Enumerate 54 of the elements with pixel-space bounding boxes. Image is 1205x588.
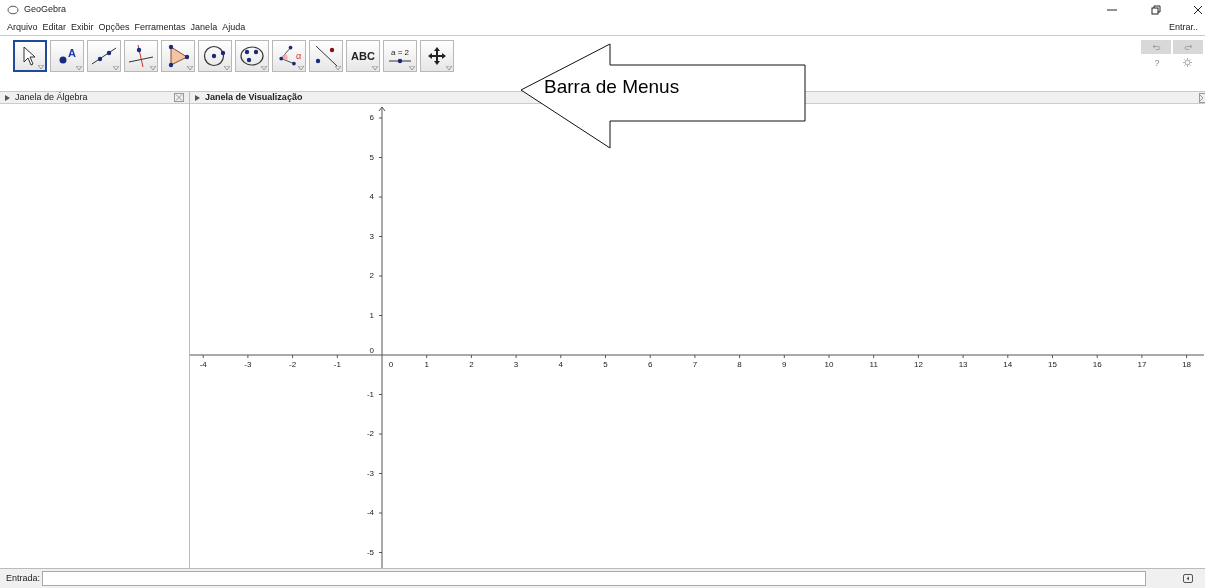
x-tick-label: 8 [737, 361, 742, 369]
y-tick-label: -3 [366, 469, 374, 478]
tool-button[interactable]: a = 2 [383, 40, 417, 72]
panel-title: Janela de Álgebra [15, 90, 88, 104]
y-tick-label: -4 [366, 509, 374, 517]
y-tick-label: 5 [369, 153, 374, 162]
callout-text: Barra de Menus [544, 77, 680, 96]
menu-item[interactable]: Exibir [71, 20, 94, 35]
y-tick-label: 2 [369, 272, 374, 280]
x-tick-label: -1 [333, 361, 341, 369]
panel-title: Janela de Visualização [205, 90, 303, 104]
x-tick-label: 7 [692, 361, 698, 369]
x-tick-label: 9 [782, 361, 787, 369]
y-tick-label: 1 [369, 311, 374, 320]
input-label: Entrada: [6, 571, 41, 585]
help-button[interactable]: ? [1142, 57, 1172, 71]
tool-button[interactable]: A [50, 40, 84, 72]
menu-item[interactable]: Arquivo [7, 20, 38, 35]
x-tick-label: 5 [603, 361, 608, 369]
y-tick-label: 3 [369, 232, 374, 241]
x-tick-label: 16 [1092, 361, 1102, 369]
menu-item[interactable]: Editar [42, 20, 67, 35]
tool-button[interactable]: α [272, 40, 306, 72]
x-tick-label: 0 [388, 361, 394, 369]
x-tick-label: 4 [558, 361, 563, 369]
y-tick-label: 6 [369, 114, 374, 122]
x-tick-label: 1 [424, 361, 429, 369]
x-tick-label: 3 [513, 361, 519, 369]
tool-button[interactable]: ABC [346, 40, 380, 72]
y-tick-label: -5 [366, 548, 374, 557]
menu-item[interactable]: Janela [190, 20, 218, 35]
x-tick-label: -3 [244, 361, 252, 369]
login-link[interactable]: Entrar.. [1169, 20, 1198, 35]
x-tick-label: 2 [469, 361, 474, 369]
menu-item[interactable]: Opções [98, 20, 130, 35]
menu-item[interactable]: Ajuda [222, 20, 246, 35]
y-tick-label: -2 [366, 430, 374, 438]
angle-symbol: α [295, 51, 302, 61]
x-tick-label: -4 [199, 361, 207, 369]
y-tick-label: 0 [369, 347, 374, 355]
y-tick-label: 4 [369, 193, 374, 201]
x-tick-label: 6 [647, 361, 653, 369]
x-tick-label: 15 [1048, 361, 1057, 369]
y-tick-label: -1 [366, 390, 374, 399]
x-tick-label: 14 [1003, 361, 1013, 369]
x-tick-label: 13 [958, 361, 968, 369]
window-title: GeoGebra [24, 3, 67, 17]
x-tick-label: 10 [824, 361, 834, 369]
x-tick-label: 11 [869, 361, 878, 369]
menu-item[interactable]: Ferramentas [134, 20, 186, 35]
x-tick-label: 12 [913, 361, 923, 369]
x-tick-label: 17 [1137, 361, 1147, 369]
x-tick-label: 18 [1182, 361, 1192, 369]
x-tick-label: -2 [289, 361, 297, 369]
